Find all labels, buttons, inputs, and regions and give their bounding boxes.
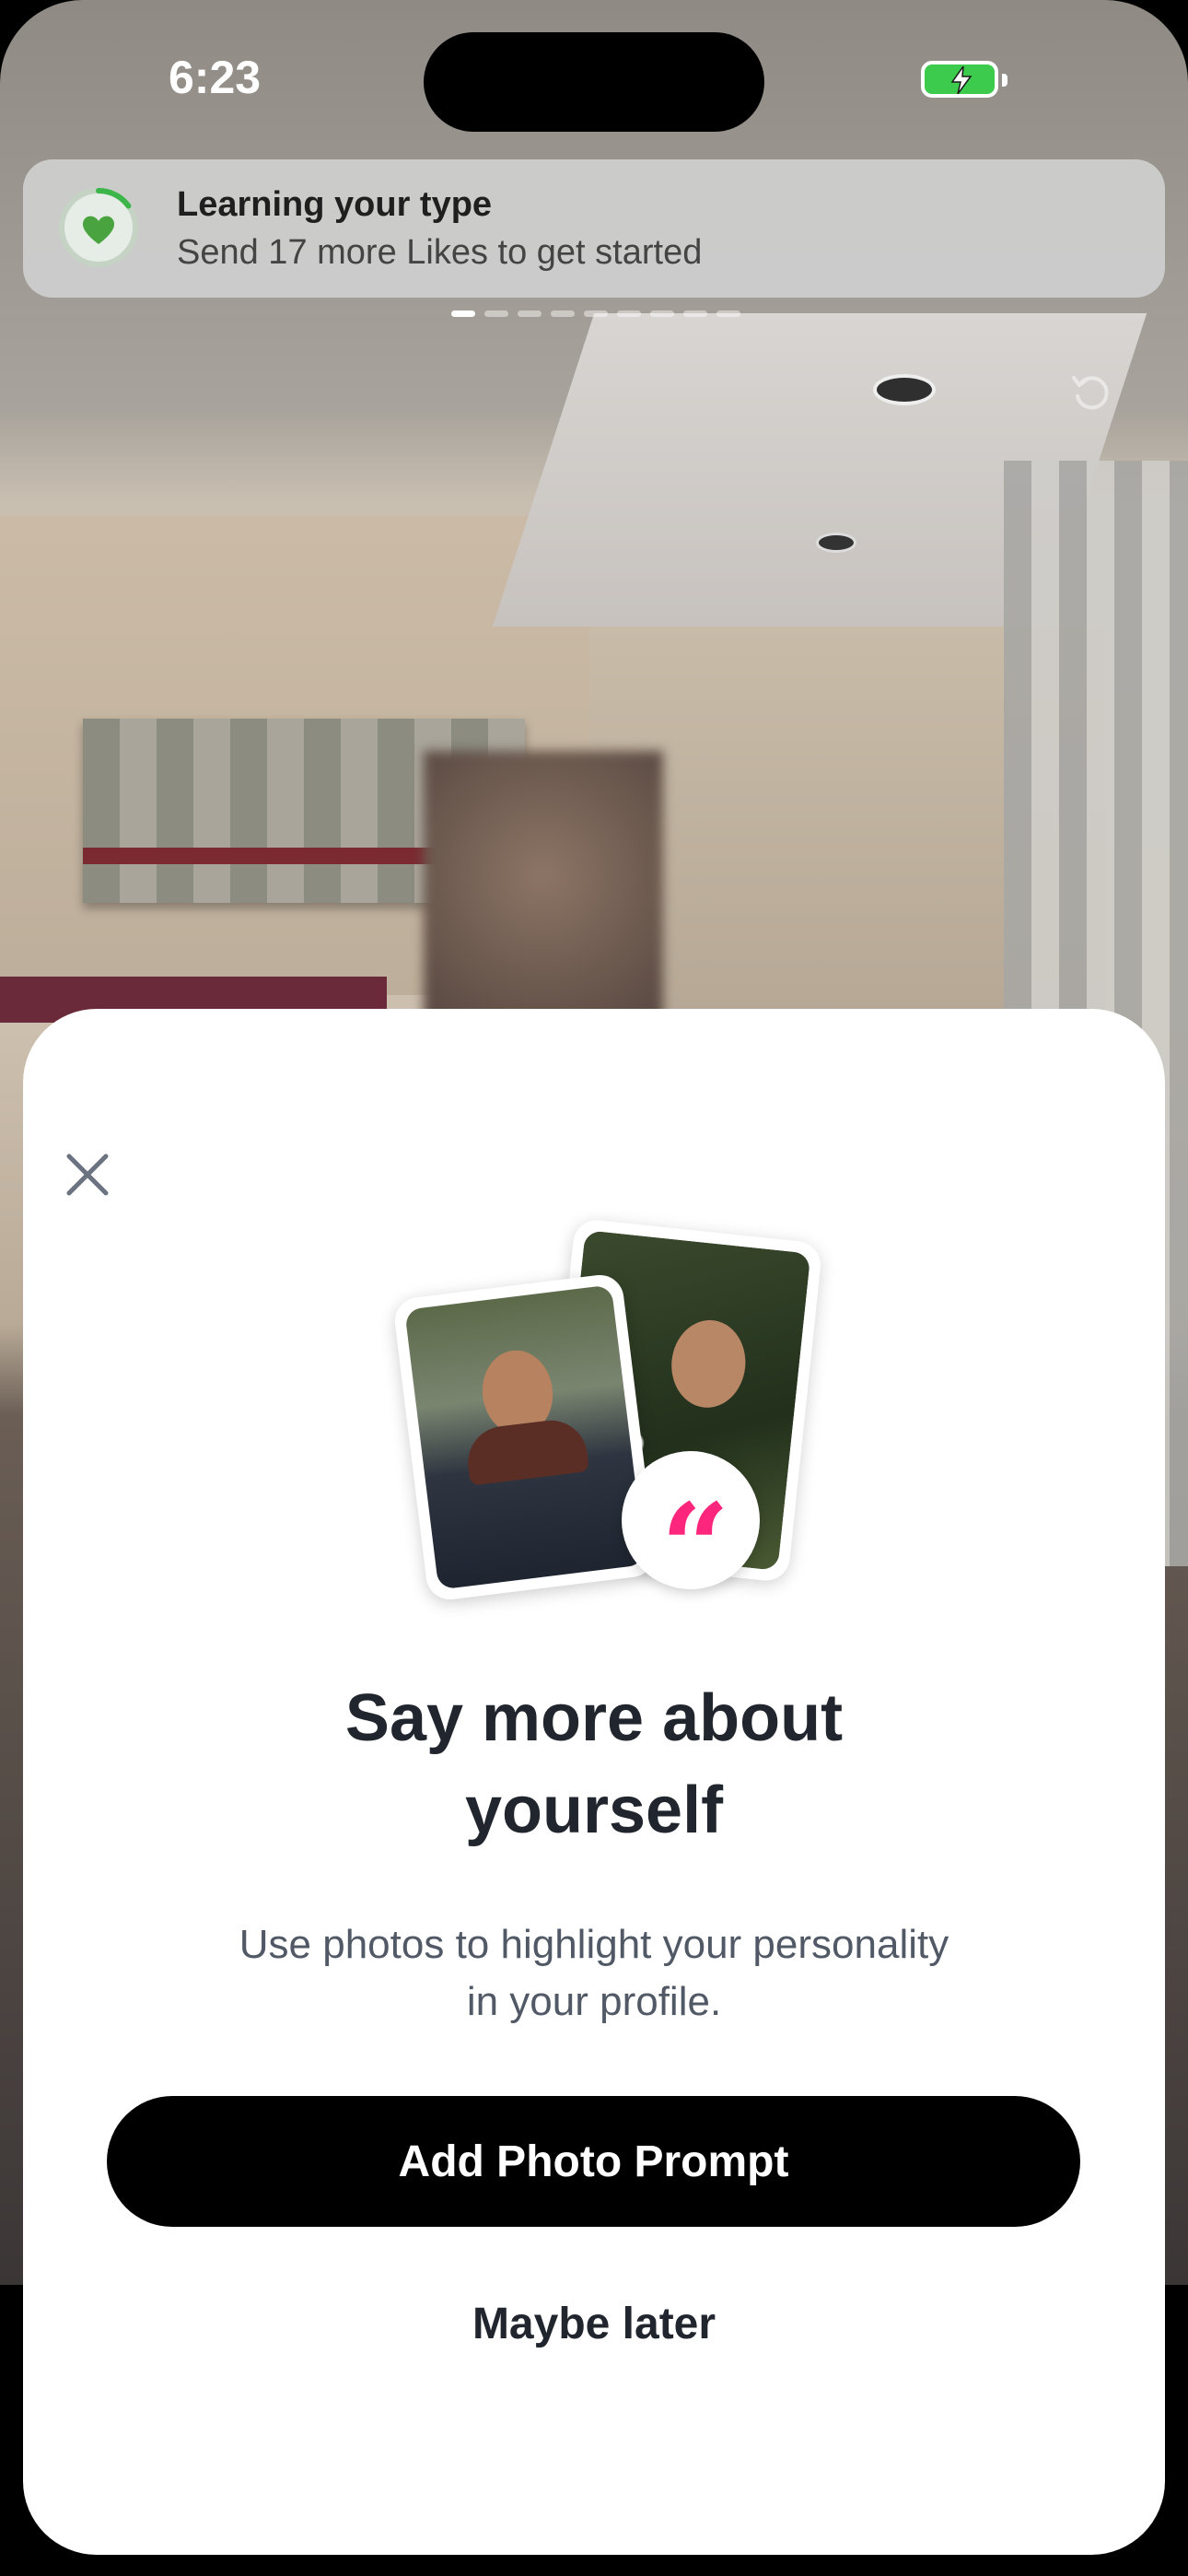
blurred-face	[424, 751, 663, 1027]
battery-charging-icon	[921, 61, 1007, 98]
modal-title-line2: yourself	[464, 1774, 724, 1847]
pager-dot	[451, 310, 475, 317]
prompt-modal: “ Say more about yourself Use photos to …	[23, 1009, 1165, 2555]
pager-dot	[683, 310, 707, 317]
pager-dot	[650, 310, 674, 317]
learning-banner[interactable]: Learning your type Send 17 more Likes to…	[23, 159, 1165, 298]
modal-description-line1: Use photos to highlight your personality	[239, 1922, 949, 1967]
close-icon[interactable]	[60, 1147, 115, 1202]
pager-dot	[716, 310, 740, 317]
photo-card-front	[391, 1271, 658, 1603]
modal-description: Use photos to highlight your personality…	[23, 1916, 1165, 2031]
modal-description-line2: in your profile.	[466, 1979, 722, 2024]
dynamic-island	[424, 32, 764, 132]
pager-dot	[584, 310, 608, 317]
photo-pager	[451, 310, 740, 317]
add-photo-prompt-button[interactable]: Add Photo Prompt	[107, 2096, 1080, 2227]
progress-ring	[59, 188, 138, 267]
pager-dot	[518, 310, 542, 317]
phone-screen: 6:23 Learning your type Send 17 more Lik…	[0, 0, 1188, 2576]
maybe-later-button[interactable]: Maybe later	[23, 2299, 1165, 2349]
ceiling-light	[816, 533, 856, 553]
pager-dot	[617, 310, 641, 317]
pager-dot	[551, 310, 575, 317]
quote-icon: “	[622, 1451, 760, 1608]
banner-subtitle: Send 17 more Likes to get started	[177, 233, 703, 272]
banner-title: Learning your type	[177, 185, 493, 224]
status-time: 6:23	[169, 52, 262, 103]
modal-title: Say more about yourself	[23, 1672, 1165, 1856]
bolt-icon	[950, 66, 973, 94]
undo-icon[interactable]	[1068, 369, 1112, 413]
modal-title-line1: Say more about	[344, 1681, 844, 1755]
pager-dot	[484, 310, 508, 317]
ceiling-light	[873, 374, 936, 405]
photo-prompt-illustration: “	[382, 1217, 843, 1635]
